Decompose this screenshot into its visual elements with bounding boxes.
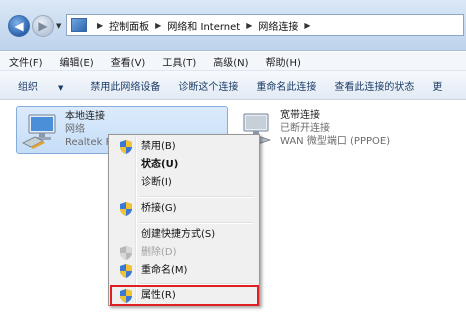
menu-view[interactable]: 查看(V): [102, 54, 154, 69]
diagnose-connection-button[interactable]: 诊断这个连接: [169, 78, 247, 93]
menu-separator: [139, 196, 253, 198]
connection-name: 宽带连接: [280, 110, 320, 121]
menu-item-create-shortcut[interactable]: 创建快捷方式(S): [111, 225, 257, 245]
properties-highlight-box: [110, 285, 259, 306]
chevron-down-icon: ▼: [58, 83, 64, 92]
command-toolbar: 组织 ▼ 禁用此网络设备 诊断这个连接 重命名此连接 查看此连接的状态 更: [0, 71, 466, 100]
connection-status: 网络: [65, 124, 85, 135]
menu-advanced[interactable]: 高级(N): [204, 54, 256, 69]
menu-item-label: 重命名(M): [141, 265, 188, 276]
back-button[interactable]: ◀: [8, 15, 30, 37]
connection-device: Realtek P: [65, 137, 112, 148]
shield-icon: [120, 140, 132, 154]
menu-item-label: 创建快捷方式(S): [141, 229, 216, 240]
menu-item-label: 诊断(I): [141, 177, 172, 188]
menu-item-label: 状态(U): [141, 159, 179, 170]
address-bar[interactable]: ▶ 控制面板 ▶ 网络和 Internet ▶ 网络连接 ▶: [66, 14, 464, 36]
menu-file[interactable]: 文件(F): [0, 54, 51, 69]
menu-item-delete: 删除(D): [111, 243, 257, 263]
menu-item-bridge[interactable]: 桥接(G): [111, 199, 257, 219]
menu-help[interactable]: 帮助(H): [257, 54, 309, 69]
title-bar: ◀ ▶ ▼ ▶ 控制面板 ▶ 网络和 Internet ▶ 网络连接 ▶: [0, 0, 466, 51]
chevron-right-icon[interactable]: ▶: [155, 21, 161, 30]
menu-bar: 文件(F) 编辑(E) 查看(V) 工具(T) 高级(N) 帮助(H): [0, 52, 466, 71]
breadcrumb-control-panel[interactable]: 控制面板: [109, 18, 149, 33]
menu-item-label: 禁用(B): [141, 141, 176, 152]
breadcrumb-network-internet[interactable]: 网络和 Internet: [167, 18, 240, 33]
organize-button[interactable]: 组织 ▼: [0, 78, 81, 93]
menu-tools[interactable]: 工具(T): [153, 54, 204, 69]
chevron-right-icon[interactable]: ▶: [97, 21, 103, 30]
control-panel-icon: [71, 18, 87, 32]
menu-item-label: 桥接(G): [141, 203, 177, 214]
connection-item-broadband[interactable]: 宽带连接 已断开连接 WAN 微型端口 (PPPOE): [232, 106, 452, 154]
shield-icon: [120, 264, 132, 278]
menu-separator: [139, 222, 253, 224]
context-menu: 禁用(B) 状态(U) 诊断(I) 桥接(G) 创建快捷方式(S) 删除(D) …: [108, 134, 260, 306]
menu-item-status[interactable]: 状态(U): [111, 155, 257, 175]
organize-label: 组织: [18, 81, 38, 93]
more-button[interactable]: 更: [423, 78, 451, 93]
menu-item-disable[interactable]: 禁用(B): [111, 137, 257, 157]
shield-icon: [120, 246, 132, 260]
chevron-right-icon[interactable]: ▶: [304, 21, 310, 30]
breadcrumb-network-connections[interactable]: 网络连接: [258, 18, 298, 33]
shield-icon: [120, 202, 132, 216]
disable-device-button[interactable]: 禁用此网络设备: [81, 78, 169, 93]
chevron-right-icon[interactable]: ▶: [246, 21, 252, 30]
menu-item-label: 删除(D): [141, 247, 177, 258]
forward-button[interactable]: ▶: [32, 15, 54, 37]
menu-item-rename[interactable]: 重命名(M): [111, 261, 257, 281]
connection-status: 已断开连接: [280, 123, 330, 134]
recent-pages-dropdown-icon[interactable]: ▼: [56, 22, 61, 30]
connection-name: 本地连接: [65, 111, 105, 122]
menu-edit[interactable]: 编辑(E): [51, 54, 102, 69]
view-status-button[interactable]: 查看此连接的状态: [325, 78, 423, 93]
connection-device: WAN 微型端口 (PPPOE): [280, 136, 391, 147]
network-adapter-icon: [22, 114, 56, 149]
rename-connection-button[interactable]: 重命名此连接: [247, 78, 325, 93]
menu-item-diagnose[interactable]: 诊断(I): [111, 173, 257, 193]
